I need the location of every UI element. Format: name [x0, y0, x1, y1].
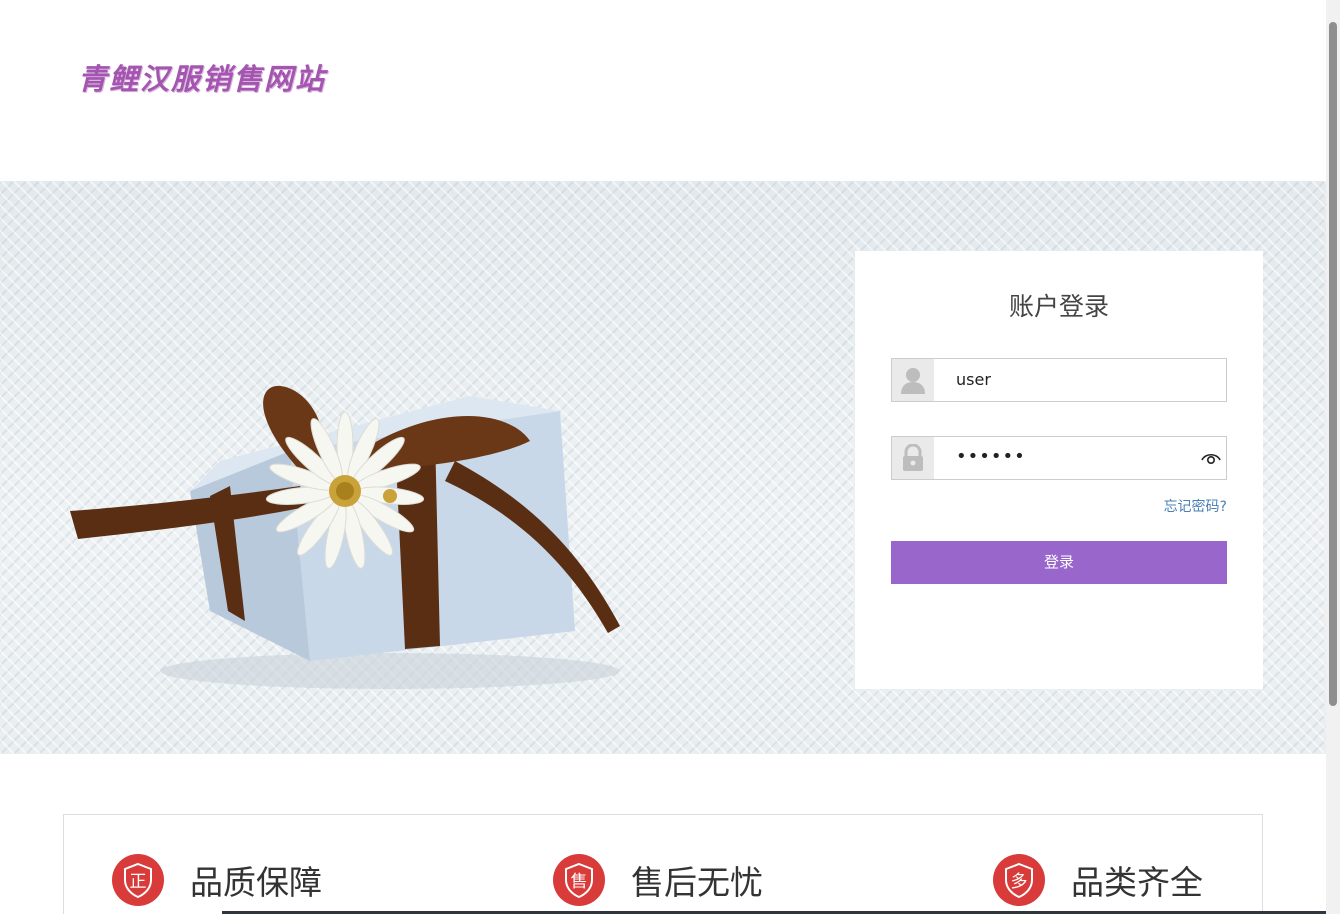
feature-label: 品质保障: [190, 863, 322, 902]
svg-text:售: 售: [571, 872, 588, 892]
login-panel: 账户登录 user •••••• 忘记密码? 登录: [855, 251, 1263, 689]
lock-icon: [892, 437, 934, 479]
hero-banner: 账户登录 user •••••• 忘记密码? 登录: [0, 181, 1326, 754]
feature-aftersale: 售 售后无忧: [553, 853, 763, 907]
shield-badge-icon: 正: [112, 854, 164, 906]
feature-variety: 多 品类齐全: [993, 853, 1203, 907]
site-header: 青鲤汉服销售网站: [0, 0, 1326, 181]
password-value[interactable]: ••••••: [956, 446, 1026, 467]
feature-quality: 正 品质保障: [112, 853, 322, 907]
username-field[interactable]: user: [891, 358, 1227, 402]
eye-icon[interactable]: [1200, 449, 1222, 471]
feature-strip: 正 品质保障 售 售后无忧 多 品类齐全: [63, 814, 1263, 914]
login-title: 账户登录: [1008, 292, 1109, 321]
username-value[interactable]: user: [956, 370, 991, 389]
shield-badge-icon: 多: [993, 854, 1045, 906]
shield-badge-icon: 售: [553, 854, 605, 906]
password-field[interactable]: ••••••: [891, 436, 1227, 480]
svg-text:正: 正: [130, 872, 147, 892]
vertical-scrollbar[interactable]: [1326, 0, 1340, 914]
svg-text:多: 多: [1011, 872, 1028, 892]
scrollbar-thumb[interactable]: [1329, 22, 1337, 706]
feature-label: 售后无忧: [631, 863, 763, 902]
site-logo[interactable]: 青鲤汉服销售网站: [78, 56, 326, 98]
login-button[interactable]: 登录: [891, 541, 1227, 584]
forgot-password-link[interactable]: 忘记密码?: [1164, 496, 1227, 516]
user-icon: [892, 359, 934, 401]
gift-illustration: [70, 385, 620, 689]
feature-label: 品类齐全: [1071, 863, 1203, 902]
